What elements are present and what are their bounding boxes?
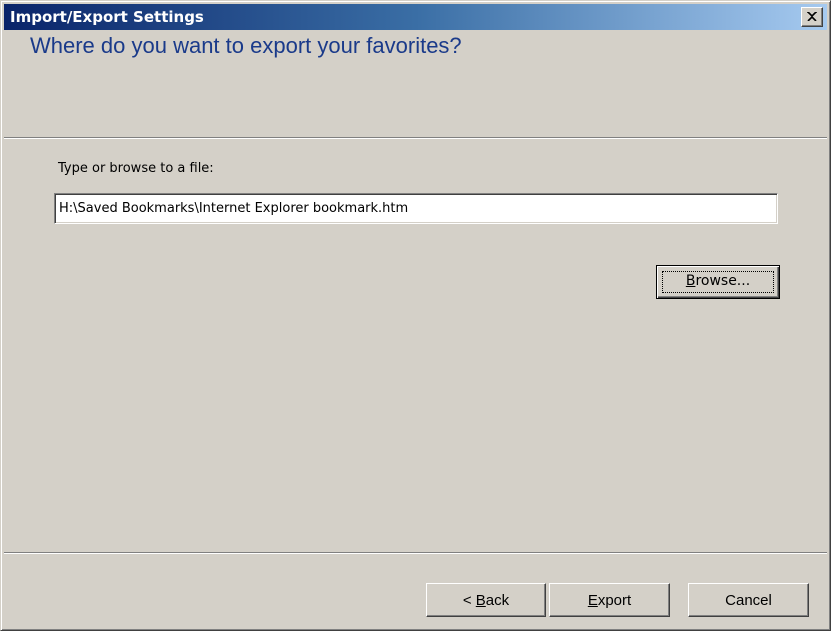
title-bar[interactable]: Import/Export Settings [4, 4, 827, 30]
close-button[interactable] [801, 7, 823, 27]
back-prefix: < [462, 592, 476, 609]
window-title: Import/Export Settings [10, 8, 204, 26]
file-prompt-label: Type or browse to a file: [58, 161, 214, 176]
back-button[interactable]: < Back [426, 583, 546, 617]
browse-label: rowse... [695, 273, 751, 289]
cancel-button[interactable]: Cancel [688, 583, 809, 617]
dialog-window: Import/Export Settings Where do you want… [0, 0, 831, 631]
back-accelerator: B [475, 592, 486, 609]
export-button[interactable]: Export [549, 583, 670, 617]
back-label: ack [485, 592, 510, 609]
export-label: xport [597, 592, 632, 609]
close-icon [807, 12, 817, 21]
footer-divider [4, 552, 827, 554]
file-path-input[interactable] [54, 193, 778, 224]
browse-accelerator: B [685, 273, 696, 289]
export-accelerator: E [587, 592, 598, 609]
header-divider [4, 137, 827, 139]
page-title: Where do you want to export your favorit… [30, 33, 462, 58]
browse-button[interactable]: Browse... [656, 265, 780, 299]
